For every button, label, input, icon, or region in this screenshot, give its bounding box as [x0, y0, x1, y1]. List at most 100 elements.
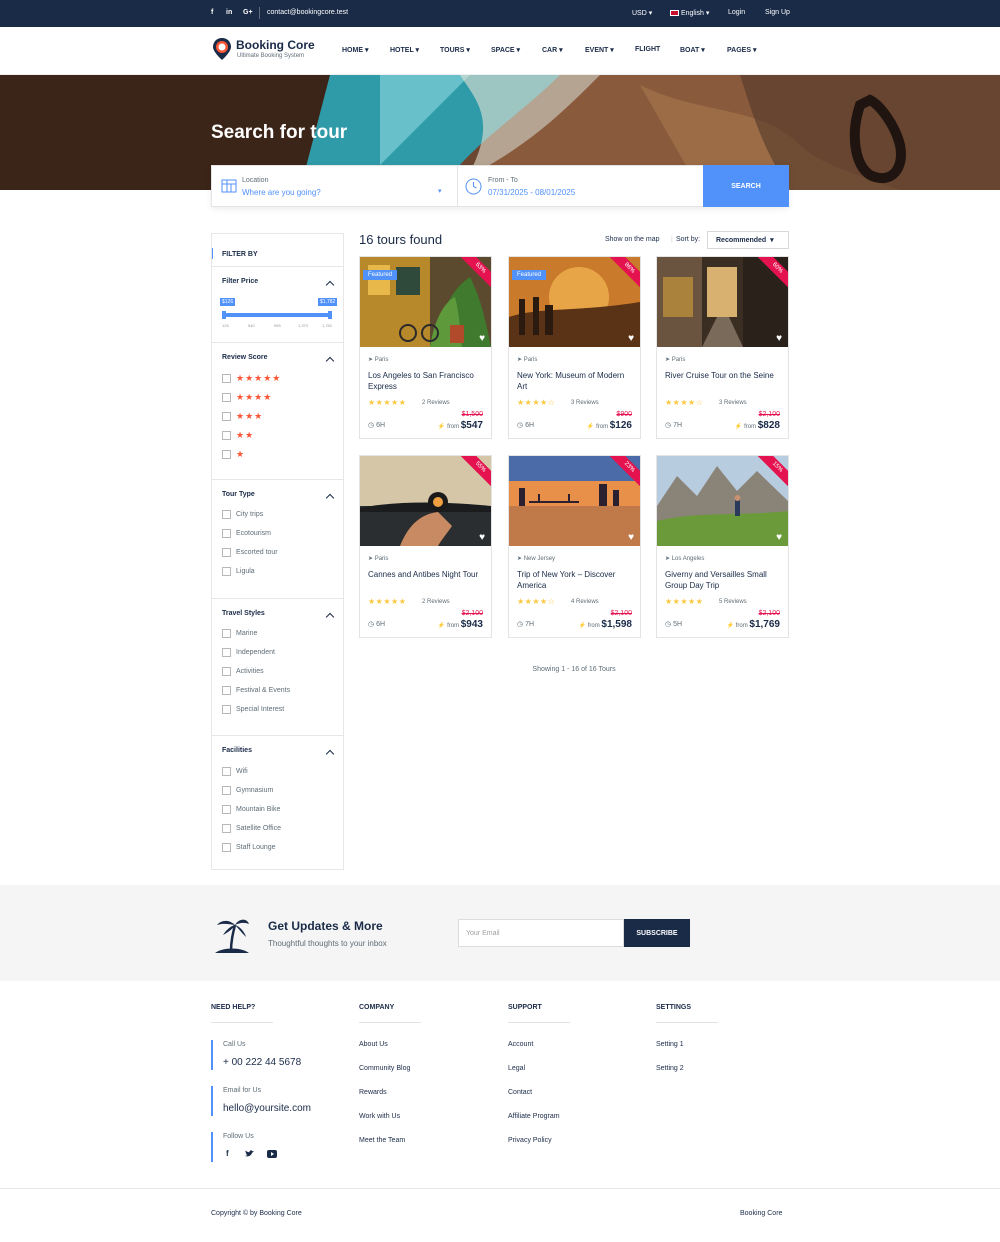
nav-tours[interactable]: TOURS ▾ — [440, 46, 470, 54]
tour-type-option[interactable]: City trips — [222, 510, 263, 519]
review-1-star[interactable]: ★ — [222, 449, 245, 460]
checkbox[interactable] — [222, 510, 231, 519]
review-4-stars[interactable]: ★★★★ — [222, 392, 272, 403]
checkbox[interactable] — [222, 648, 231, 657]
footer-link[interactable]: Work with Us — [359, 1113, 400, 1120]
facebook-icon[interactable]: f — [211, 9, 213, 16]
nav-boat[interactable]: BOAT ▾ — [680, 46, 705, 54]
checkbox[interactable] — [222, 529, 231, 538]
tour-image[interactable] — [509, 456, 640, 546]
heart-icon[interactable]: ♥ — [628, 333, 634, 344]
footer-link[interactable]: Community Blog — [359, 1065, 410, 1072]
price-max-handle[interactable] — [328, 311, 332, 319]
facility-option[interactable]: Mountain Bike — [222, 805, 280, 814]
tour-card[interactable]: Featured 63% ♥ ➤ Paris Los Angeles to Sa… — [359, 256, 492, 439]
login-link[interactable]: Login — [728, 9, 745, 16]
checkbox[interactable] — [222, 412, 231, 421]
facility-option[interactable]: Gymnasium — [222, 786, 273, 795]
tour-image[interactable] — [657, 456, 788, 546]
currency-select[interactable]: USD ▾ — [632, 9, 652, 17]
newsletter-email-input[interactable]: Your Email — [458, 919, 624, 947]
chevron-up-icon[interactable] — [325, 493, 335, 503]
footer-link[interactable]: Setting 2 — [656, 1065, 684, 1072]
tour-image[interactable] — [657, 257, 788, 347]
travel-style-option[interactable]: Activities — [222, 667, 264, 676]
tour-type-option[interactable]: Escorted tour — [222, 548, 278, 557]
footer-link[interactable]: Affiliate Program — [508, 1113, 560, 1120]
checkbox[interactable] — [222, 686, 231, 695]
topbar-email[interactable]: contact@bookingcore.test — [267, 9, 348, 16]
chevron-up-icon[interactable] — [325, 749, 335, 759]
location-dropdown-icon[interactable]: ▾ — [438, 187, 442, 195]
facility-option[interactable]: Wifi — [222, 767, 248, 776]
footer-link[interactable]: Account — [508, 1041, 533, 1048]
tour-title[interactable]: Los Angeles to San Francisco Express — [368, 370, 486, 392]
logo-pin-icon[interactable] — [212, 37, 232, 61]
nav-hotel[interactable]: HOTEL ▾ — [390, 46, 419, 54]
checkbox[interactable] — [222, 450, 231, 459]
nav-space[interactable]: SPACE ▾ — [491, 46, 520, 54]
footer-link[interactable]: Privacy Policy — [508, 1137, 552, 1144]
checkbox[interactable] — [222, 567, 231, 576]
twitter-icon[interactable] — [245, 1150, 254, 1158]
travel-style-option[interactable]: Festival & Events — [222, 686, 290, 695]
chevron-up-icon[interactable] — [325, 612, 335, 622]
travel-style-option[interactable]: Special Interest — [222, 705, 284, 714]
footer-link[interactable]: Setting 1 — [656, 1041, 684, 1048]
tour-type-option[interactable]: Ecotourism — [222, 529, 271, 538]
tour-title[interactable]: Trip of New York – Discover America — [517, 569, 635, 591]
checkbox[interactable] — [222, 843, 231, 852]
facebook-icon[interactable]: f — [226, 1149, 229, 1158]
location-input[interactable]: Where are you going? — [242, 188, 321, 197]
checkbox[interactable] — [222, 374, 231, 383]
tour-card[interactable]: 15% ♥ ➤ Los Angeles Giverny and Versaill… — [656, 455, 789, 638]
price-range-track[interactable] — [224, 313, 330, 317]
sort-select[interactable]: Recommended ▾ — [707, 231, 789, 249]
chevron-up-icon[interactable] — [325, 280, 335, 290]
tour-title[interactable]: New York: Museum of Modern Art — [517, 370, 635, 392]
youtube-icon[interactable] — [267, 1150, 277, 1158]
checkbox[interactable] — [222, 431, 231, 440]
checkbox[interactable] — [222, 824, 231, 833]
show-on-map-link[interactable]: Show on the map — [605, 236, 659, 243]
signup-link[interactable]: Sign Up — [765, 9, 790, 16]
travel-style-option[interactable]: Independent — [222, 648, 275, 657]
tour-card[interactable]: 23% ♥ ➤ New Jersey Trip of New York – Di… — [508, 455, 641, 638]
footer-link[interactable]: Contact — [508, 1089, 532, 1096]
footer-link[interactable]: Rewards — [359, 1089, 387, 1096]
price-min-handle[interactable] — [222, 311, 226, 319]
tour-type-option[interactable]: Ligula — [222, 567, 255, 576]
contact-email[interactable]: hello@yoursite.com — [223, 1103, 311, 1114]
checkbox[interactable] — [222, 767, 231, 776]
tour-title[interactable]: River Cruise Tour on the Seine — [665, 370, 783, 381]
heart-icon[interactable]: ♥ — [479, 532, 485, 543]
travel-style-option[interactable]: Marine — [222, 629, 257, 638]
tour-image[interactable] — [360, 456, 491, 546]
nav-home[interactable]: HOME ▾ — [342, 46, 368, 54]
checkbox[interactable] — [222, 786, 231, 795]
footer-brand[interactable]: Booking Core — [740, 1210, 782, 1217]
review-5-stars[interactable]: ★★★★★ — [222, 373, 281, 384]
checkbox[interactable] — [222, 629, 231, 638]
subscribe-button[interactable]: SUBSCRIBE — [624, 919, 690, 947]
heart-icon[interactable]: ♥ — [479, 333, 485, 344]
review-2-stars[interactable]: ★★ — [222, 430, 254, 441]
tour-card[interactable]: Featured 86% ♥ ➤ Paris New York: Museum … — [508, 256, 641, 439]
tour-title[interactable]: Giverny and Versailles Small Group Day T… — [665, 569, 783, 591]
heart-icon[interactable]: ♥ — [628, 532, 634, 543]
phone-number[interactable]: + 00 222 44 5678 — [223, 1057, 301, 1068]
nav-pages[interactable]: PAGES ▾ — [727, 46, 756, 54]
footer-link[interactable]: Legal — [508, 1065, 525, 1072]
checkbox[interactable] — [222, 805, 231, 814]
tour-card[interactable]: 55% ♥ ➤ Paris Cannes and Antibes Night T… — [359, 455, 492, 638]
footer-link[interactable]: Meet the Team — [359, 1137, 405, 1144]
brand-title[interactable]: Booking Core — [236, 38, 315, 52]
tour-title[interactable]: Cannes and Antibes Night Tour — [368, 569, 486, 580]
review-3-stars[interactable]: ★★★ — [222, 411, 263, 422]
heart-icon[interactable]: ♥ — [776, 333, 782, 344]
facility-option[interactable]: Staff Lounge — [222, 843, 276, 852]
language-select[interactable]: English ▾ — [670, 9, 709, 17]
checkbox[interactable] — [222, 393, 231, 402]
chevron-up-icon[interactable] — [325, 356, 335, 366]
google-plus-icon[interactable]: G+ — [243, 9, 253, 16]
